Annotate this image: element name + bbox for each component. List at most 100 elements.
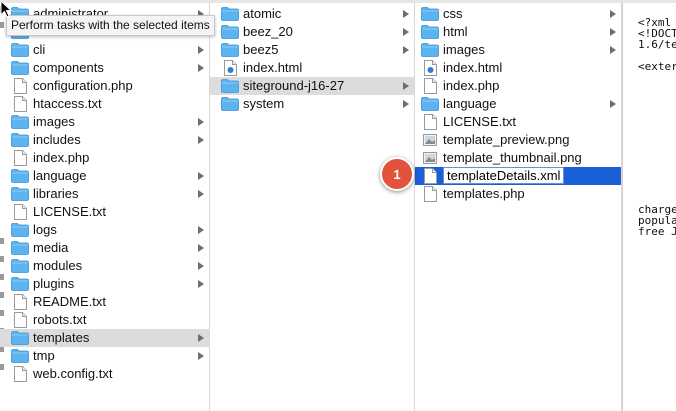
file-row[interactable]: templates.php <box>415 185 621 203</box>
folder-row[interactable]: atomic <box>210 5 414 23</box>
file-row[interactable]: LICENSE.txt <box>415 113 621 131</box>
disclosure-arrow-icon <box>610 28 616 36</box>
preview-line <box>638 149 676 160</box>
item-name: components <box>33 60 104 75</box>
item-name-cell: includes <box>33 131 198 149</box>
item-name-cell: atomic <box>243 5 403 23</box>
step-number-badge: 1 <box>380 157 414 191</box>
mouse-pointer-icon <box>0 0 13 18</box>
file-row[interactable]: htaccess.txt <box>0 95 209 113</box>
item-name-cell: cli <box>33 41 198 59</box>
item-name-cell: index.php <box>33 149 209 167</box>
disclosure-arrow-icon <box>198 64 204 72</box>
item-name-cell: template_preview.png <box>443 131 621 149</box>
file-row[interactable]: robots.txt <box>0 311 209 329</box>
folder-row[interactable]: cli <box>0 41 209 59</box>
disclosure-arrow-icon <box>198 46 204 54</box>
folder-icon <box>9 187 31 201</box>
document-icon <box>419 114 441 130</box>
folder-row[interactable]: language <box>0 167 209 185</box>
file-row[interactable]: templateDetails.xml <box>415 167 621 185</box>
preview-line <box>638 127 676 138</box>
column-root[interactable]: administratorcacheclicomponentsconfigura… <box>0 0 210 411</box>
folder-row[interactable]: beez_20 <box>210 23 414 41</box>
file-row[interactable]: template_preview.png <box>415 131 621 149</box>
toolbar-edge <box>0 0 676 3</box>
item-name-cell: language <box>33 167 198 185</box>
file-row[interactable]: web.config.txt <box>0 365 209 383</box>
folder-row[interactable]: images <box>0 113 209 131</box>
folder-row[interactable]: beez5 <box>210 41 414 59</box>
column-siteground-list: css html images index.html index.php language… <box>415 5 621 203</box>
item-name-cell: siteground-j16-27 <box>243 77 403 95</box>
folder-row[interactable]: components <box>0 59 209 77</box>
item-name-cell: templates <box>33 329 198 347</box>
item-name-cell: web.config.txt <box>33 365 209 383</box>
file-row[interactable]: index.html <box>210 59 414 77</box>
folder-row[interactable]: siteground-j16-27 <box>210 77 414 95</box>
folder-row[interactable]: includes <box>0 131 209 149</box>
item-name-cell: libraries <box>33 185 198 203</box>
item-name: siteground-j16-27 <box>243 78 345 93</box>
file-row[interactable]: index.html <box>415 59 621 77</box>
file-row[interactable]: template_thumbnail.png <box>415 149 621 167</box>
folder-row[interactable]: system <box>210 95 414 113</box>
document-icon <box>419 168 441 184</box>
column-templates[interactable]: atomic beez_20 beez5 index.html siteground-j… <box>210 0 415 411</box>
folder-icon <box>9 115 31 129</box>
document-icon <box>9 294 31 310</box>
column-siteground[interactable]: css html images index.html index.php language… <box>415 0 622 411</box>
document-icon <box>419 78 441 94</box>
item-name-cell: images <box>33 113 198 131</box>
item-name-cell: css <box>443 5 610 23</box>
item-name: index.php <box>443 78 500 93</box>
item-name-cell: LICENSE.txt <box>33 203 209 221</box>
file-row[interactable]: LICENSE.txt <box>0 203 209 221</box>
item-name: modules <box>33 258 83 273</box>
folder-icon <box>9 259 31 273</box>
folder-row[interactable]: logs <box>0 221 209 239</box>
file-row[interactable]: index.php <box>415 77 621 95</box>
folder-row[interactable]: language <box>415 95 621 113</box>
item-name: tmp <box>33 348 55 363</box>
disclosure-arrow-icon <box>403 100 409 108</box>
disclosure-arrow-icon <box>198 334 204 342</box>
disclosure-arrow-icon <box>198 190 204 198</box>
folder-icon <box>9 43 31 57</box>
item-name: robots.txt <box>33 312 87 327</box>
column-templates-list: atomic beez_20 beez5 index.html siteground-j… <box>210 5 414 113</box>
item-name: templates.php <box>443 186 525 201</box>
folder-icon <box>9 61 31 75</box>
item-name: templates <box>33 330 90 345</box>
file-row[interactable]: index.php <box>0 149 209 167</box>
folder-row[interactable]: templates <box>0 329 209 347</box>
folder-row[interactable]: media <box>0 239 209 257</box>
item-name-cell: plugins <box>33 275 198 293</box>
item-name-cell: templates.php <box>443 185 621 203</box>
folder-row[interactable]: plugins <box>0 275 209 293</box>
item-name: template_preview.png <box>443 132 570 147</box>
item-name-cell: logs <box>33 221 198 239</box>
item-name: beez_20 <box>243 24 293 39</box>
folder-icon <box>9 169 31 183</box>
item-name: plugins <box>33 276 75 291</box>
folder-icon <box>9 223 31 237</box>
folder-row[interactable]: tmp <box>0 347 209 365</box>
folder-row[interactable]: modules <box>0 257 209 275</box>
disclosure-arrow-icon <box>198 118 204 126</box>
disclosure-arrow-icon <box>198 226 204 234</box>
folder-row[interactable]: css <box>415 5 621 23</box>
preview-line: free J <box>638 225 676 238</box>
item-name: web.config.txt <box>33 366 113 381</box>
folder-row[interactable]: html <box>415 23 621 41</box>
file-row[interactable]: configuration.php <box>0 77 209 95</box>
item-name: system <box>243 96 285 111</box>
folder-row[interactable]: images <box>415 41 621 59</box>
file-row[interactable]: README.txt <box>0 293 209 311</box>
rename-field[interactable]: templateDetails.xml <box>443 167 565 184</box>
disclosure-arrow-icon <box>610 10 616 18</box>
action-tooltip: Perform tasks with the selected items <box>6 15 215 36</box>
item-name-cell: index.html <box>243 59 414 77</box>
folder-row[interactable]: libraries <box>0 185 209 203</box>
image-file-icon <box>419 151 441 165</box>
